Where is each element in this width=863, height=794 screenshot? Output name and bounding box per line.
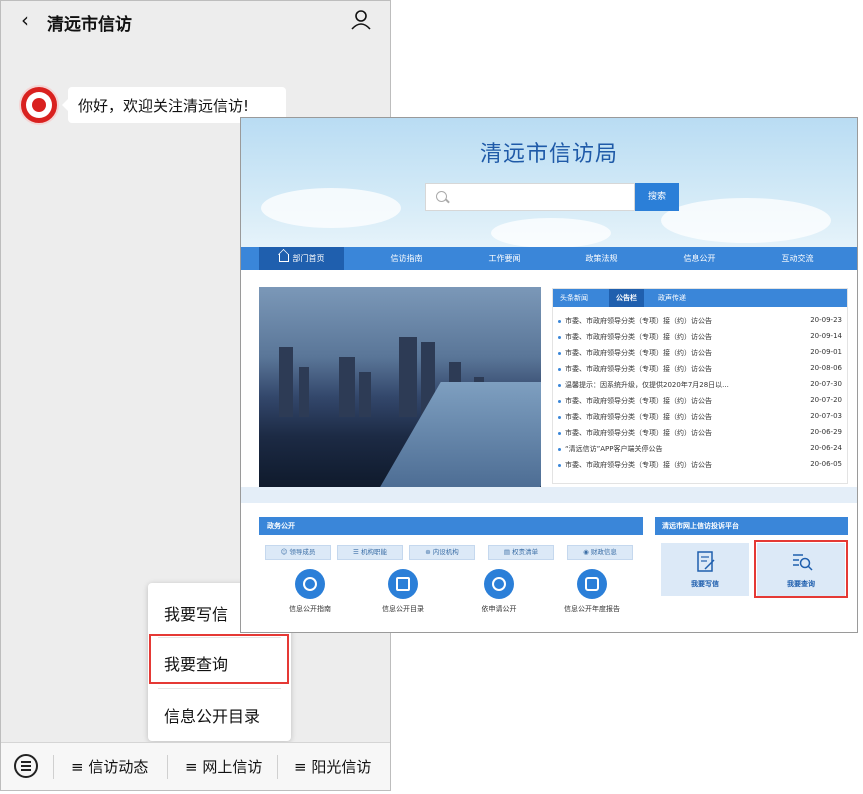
btn-functions[interactable]: ☰ 机构职能: [337, 545, 403, 560]
tab-headlines[interactable]: 头条新闻: [553, 289, 595, 307]
link-info-guide[interactable]: 信息公开指南: [260, 604, 360, 614]
platform-header: 清远市网上信访投诉平台: [655, 517, 848, 535]
list-item[interactable]: 市委、市政府领导分类（专项）接（约）访公告 20-06-05: [558, 460, 842, 472]
logo-icon: [26, 92, 52, 118]
check-icon[interactable]: [484, 569, 514, 599]
gov-affairs-title: 政务公开: [267, 522, 295, 530]
menu-online-petition[interactable]: ≡ 网上信访: [185, 756, 262, 777]
site-nav: 部门首页 信访指南 工作要闻 政策法规 信息公开 互动交流: [241, 247, 857, 270]
list-item[interactable]: 市委、市政府领导分类（专项）接（约）访公告 20-06-29: [558, 428, 842, 440]
user-icon[interactable]: [350, 9, 372, 31]
city-photo: [259, 287, 541, 487]
list-item[interactable]: 市委、市政府领导分类（专项）接（约）访公告 20-09-14: [558, 332, 842, 344]
home-icon: [278, 254, 289, 262]
news-tabs: 头条新闻 公告栏 政声传递: [553, 289, 847, 307]
nav-info-disclosure[interactable]: 信息公开: [662, 247, 737, 270]
chat-title: 清远市信访: [47, 15, 132, 35]
bottom-menu-bar: ≡ 信访动态 ≡ 网上信访 ≡ 阳光信访: [1, 742, 390, 790]
tab-notices[interactable]: 公告栏: [609, 289, 644, 307]
site-banner: 清远市信访局 搜索: [241, 118, 857, 248]
nav-policy[interactable]: 政策法规: [564, 247, 639, 270]
menu-info-catalog[interactable]: 信息公开目录: [148, 689, 291, 739]
menu-petition-news[interactable]: ≡ 信访动态: [71, 756, 148, 777]
chevron-left-icon[interactable]: ‹: [21, 8, 29, 32]
list-item[interactable]: 市委、市政府领导分类（专项）接（约）访公告 20-07-20: [558, 396, 842, 408]
list-item[interactable]: 市委、市政府领导分类（专项）接（约）访公告 20-08-06: [558, 364, 842, 376]
btn-finance[interactable]: ◉ 财政信息: [567, 545, 633, 560]
document-icon[interactable]: [388, 569, 418, 599]
search-button[interactable]: 搜索: [635, 183, 679, 211]
card-write-letter[interactable]: 我要写信: [661, 543, 749, 596]
list-item[interactable]: 市委、市政府领导分类（专项）接（约）访公告 20-09-23: [558, 316, 842, 328]
nav-guide[interactable]: 信访指南: [369, 247, 444, 270]
report-icon[interactable]: [577, 569, 607, 599]
highlight-box: [754, 540, 848, 598]
link-info-catalog[interactable]: 信息公开目录: [353, 604, 453, 614]
list-item[interactable]: 市委、市政府领导分类（专项）接（约）访公告 20-07-03: [558, 412, 842, 424]
website-screenshot: 清远市信访局 搜索 部门首页 信访指南 工作要闻 政策法规 信息公开 互动交流: [240, 117, 858, 633]
divider: [53, 755, 54, 779]
highlight-box: [149, 634, 289, 684]
list-item[interactable]: 温馨提示：因系统升级，仅提供2020年7月28日以... 20-07-30: [558, 380, 842, 392]
money-icon: ◉: [583, 548, 591, 556]
layers-icon: ☰: [353, 548, 361, 556]
chat-header: ‹ 清远市信访: [1, 1, 390, 41]
divider: [277, 755, 278, 779]
nav-work-news[interactable]: 工作要闻: [467, 247, 542, 270]
link-on-request[interactable]: 依申请公开: [449, 604, 549, 614]
search-icon: [436, 191, 447, 202]
btn-departments[interactable]: ⊛ 内设机构: [409, 545, 475, 560]
menu-sunshine-petition[interactable]: ≡ 阳光信访: [294, 756, 371, 777]
guide-icon[interactable]: [295, 569, 325, 599]
divider: [167, 755, 168, 779]
account-avatar[interactable]: [19, 85, 59, 125]
news-panel: 头条新闻 公告栏 政声传递 市委、市政府领导分类（专项）接（约）访公告 20-09…: [552, 288, 848, 484]
nav-interaction[interactable]: 互动交流: [760, 247, 835, 270]
nav-home[interactable]: 部门首页: [259, 247, 344, 270]
list-item[interactable]: “清远信访”APP客户端关停公告 20-06-24: [558, 444, 842, 456]
keyboard-icon[interactable]: [14, 754, 38, 778]
tab-policy-voice[interactable]: 政声传递: [651, 289, 693, 307]
search-input[interactable]: [425, 183, 635, 211]
gov-affairs-header: 政务公开: [259, 517, 643, 535]
list-icon: ▤: [503, 548, 513, 556]
platform-title: 清远市网上信访投诉平台: [662, 522, 739, 530]
link-annual-report[interactable]: 信息公开年度报告: [542, 604, 642, 614]
edit-icon: [697, 551, 715, 572]
btn-leaders[interactable]: ☺ 领导成员: [265, 545, 331, 560]
list-item[interactable]: 市委、市政府领导分类（专项）接（约）访公告 20-09-01: [558, 348, 842, 360]
btn-responsibility-list[interactable]: ▤ 权责清单: [488, 545, 554, 560]
divider-strip: [241, 487, 857, 503]
composite-screenshot: ‹ 清远市信访 你好，欢迎关注清远信访! 我要写信 我要查询 信息公开目录 ≡ …: [0, 0, 863, 794]
org-chart-icon: ⊛: [425, 548, 433, 556]
site-title: 清远市信访局: [479, 142, 618, 167]
